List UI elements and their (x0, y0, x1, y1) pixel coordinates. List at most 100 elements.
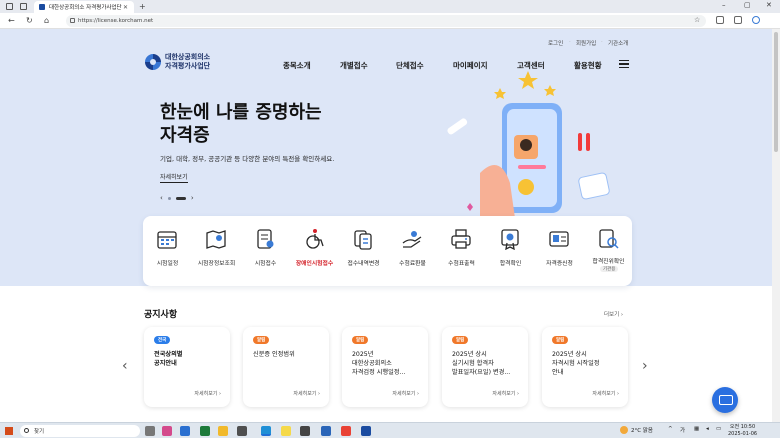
file-explorer-icon[interactable] (218, 426, 228, 436)
verify-icon (599, 229, 619, 249)
volume-icon[interactable]: ◂ (706, 426, 709, 432)
extensions-icon[interactable] (716, 16, 724, 24)
maximize-icon[interactable]: ▢ (744, 1, 751, 9)
notice-card[interactable]: 전국 전국상의별 공지안내 자세히보기 › (144, 327, 230, 407)
page-scrollbar[interactable] (772, 29, 780, 422)
service-quick-menu: 시험일정 시험장정보조회 시험접수 장애인시험접수 접수내역변경 수험료환불 수… (143, 216, 632, 286)
back-icon[interactable]: ← (8, 16, 15, 25)
collections-icon[interactable] (734, 16, 742, 24)
notice-tag: 알림 (253, 336, 270, 344)
lock-icon (70, 18, 75, 23)
favorite-star-icon[interactable]: ☆ (694, 16, 700, 24)
service-disabled-apply[interactable]: 장애인시험접수 (290, 216, 339, 286)
notice-card-title: 전국상의별 공지안내 (154, 351, 183, 367)
notice-card-more[interactable]: 자세히보기 › (392, 390, 419, 397)
nav-item-exam-intro[interactable]: 종목소개 (283, 60, 311, 71)
service-fee-refund[interactable]: 수험료환불 (388, 216, 437, 286)
service-pass-verify[interactable]: 합격진위확인 기관용 (584, 216, 633, 286)
site-logo-text[interactable]: 대한상공회의소 자격평가사업단 (165, 53, 210, 71)
url-text: https://license.korcham.net (78, 18, 154, 24)
notice-prev-icon[interactable]: ‹ (122, 358, 128, 374)
tab-title: 대한상공회의소 자격평가사업단 (49, 5, 122, 11)
tab-actions-icon[interactable] (20, 3, 27, 10)
hero-description: 기업, 대학, 정부, 공공기관 등 다양한 분야의 특전을 확인하세요. (160, 155, 335, 163)
weather-icon[interactable] (620, 426, 628, 434)
service-ticket-print[interactable]: 수험표출력 (437, 216, 486, 286)
app-icon[interactable] (321, 426, 331, 436)
service-exam-apply[interactable]: 시험접수 (241, 216, 290, 286)
slider-prev-icon[interactable]: ‹ (160, 194, 163, 202)
hero-more-link[interactable]: 자세히보기 (160, 172, 188, 183)
slider-next-icon[interactable]: › (191, 194, 194, 202)
task-view-icon[interactable] (145, 426, 155, 436)
start-icon[interactable] (5, 427, 13, 435)
edge-icon[interactable] (261, 426, 271, 436)
taskbar-search[interactable]: 찾기 (20, 425, 140, 437)
slider-dot[interactable] (167, 196, 171, 200)
battery-icon[interactable]: ▭ (716, 426, 721, 432)
map-icon (206, 230, 226, 249)
app-icon[interactable] (237, 426, 247, 436)
app-icon[interactable] (361, 426, 371, 436)
service-exam-schedule[interactable]: 시험일정 (143, 216, 192, 286)
keyboard-lang-icon[interactable]: 가 (680, 426, 685, 434)
chatbot-button[interactable] (712, 387, 738, 413)
service-apply-change[interactable]: 접수내역변경 (339, 216, 388, 286)
chrome-icon[interactable] (341, 426, 351, 436)
korcham-logo-icon[interactable] (145, 54, 161, 70)
network-icon[interactable]: ▦ (694, 426, 699, 432)
weather-text[interactable]: 2°C 맑음 (631, 426, 653, 434)
copilot-icon[interactable] (752, 16, 760, 24)
new-tab-icon[interactable]: + (139, 2, 146, 11)
taskbar-clock[interactable]: 오전 10:50 2025-01-06 (728, 424, 757, 438)
notice-next-icon[interactable]: › (642, 358, 648, 374)
slider-dot-active[interactable] (175, 196, 186, 200)
address-bar: ← ↻ ⌂ https://license.korcham.net ☆ (0, 13, 780, 29)
wheelchair-icon (306, 229, 324, 249)
url-input[interactable]: https://license.korcham.net (66, 15, 706, 27)
refund-icon (402, 231, 422, 248)
service-test-site-search[interactable]: 시험장정보조회 (192, 216, 241, 286)
browser-tab-bar: 대한상공회의소 자격평가사업단 ✕ + – ▢ ✕ (0, 0, 780, 13)
login-link[interactable]: 로그인 (548, 39, 563, 47)
menu-icon[interactable] (619, 60, 629, 68)
notice-more-link[interactable]: 더보기 › (604, 310, 623, 318)
notice-card-more[interactable]: 자세히보기 › (293, 390, 320, 397)
app-icon[interactable] (180, 426, 190, 436)
nav-item-group-apply[interactable]: 단체접수 (396, 60, 424, 71)
scrollbar-thumb[interactable] (774, 32, 778, 152)
website: 로그인 · 회원가입 · 기관소개 대한상공회의소 자격평가사업단 종목소개 개… (0, 29, 780, 422)
close-tab-icon[interactable]: ✕ (123, 4, 128, 11)
service-pass-check[interactable]: 합격확인 (486, 216, 535, 286)
notice-card[interactable]: 알림 2025년 상시 자격시험 시작일정 안내 자세히보기 › (542, 327, 628, 407)
notice-card-title: 2025년 상시 실기시험 합격자 발표일자(요일) 변경... (452, 351, 511, 376)
profile-icon[interactable] (6, 3, 13, 10)
close-window-icon[interactable]: ✕ (766, 1, 772, 9)
home-icon[interactable]: ⌂ (44, 16, 49, 25)
about-link[interactable]: 기관소개 (608, 39, 628, 47)
hero-title: 한눈에 나를 증명하는 자격증 (160, 102, 322, 146)
kakaotalk-icon[interactable] (281, 426, 291, 436)
notice-tag: 전국 (154, 336, 171, 344)
tray-chevron-icon[interactable]: ^ (668, 426, 673, 432)
service-license-apply[interactable]: 자격증신청 (535, 216, 584, 286)
certificate-icon (501, 229, 519, 250)
notice-card-more[interactable]: 자세히보기 › (492, 390, 519, 397)
notice-card[interactable]: 알림 신분증 인정범위 자세히보기 › (243, 327, 329, 407)
signup-link[interactable]: 회원가입 (576, 39, 596, 47)
id-card-icon (549, 231, 569, 247)
browser-tab[interactable]: 대한상공회의소 자격평가사업단 ✕ (34, 1, 134, 13)
app-icon[interactable] (162, 426, 172, 436)
notice-card-title: 신분증 인정범위 (253, 351, 295, 358)
refresh-icon[interactable]: ↻ (26, 16, 33, 25)
app-icon[interactable] (300, 426, 310, 436)
nav-item-individual-apply[interactable]: 개별접수 (340, 60, 368, 71)
excel-icon[interactable] (200, 426, 210, 436)
notice-card[interactable]: 알림 2025년 대한상공회의소 자격검정 시행일정... 자세히보기 › (342, 327, 428, 407)
notice-card-more[interactable]: 자세히보기 › (592, 390, 619, 397)
minimize-icon[interactable]: – (722, 1, 726, 9)
notice-tag: 알림 (452, 336, 469, 344)
notice-card[interactable]: 알림 2025년 상시 실기시험 합격자 발표일자(요일) 변경... 자세히보… (442, 327, 528, 407)
notice-card-more[interactable]: 자세히보기 › (194, 390, 221, 397)
hero-phone-illustration-icon (447, 71, 610, 218)
